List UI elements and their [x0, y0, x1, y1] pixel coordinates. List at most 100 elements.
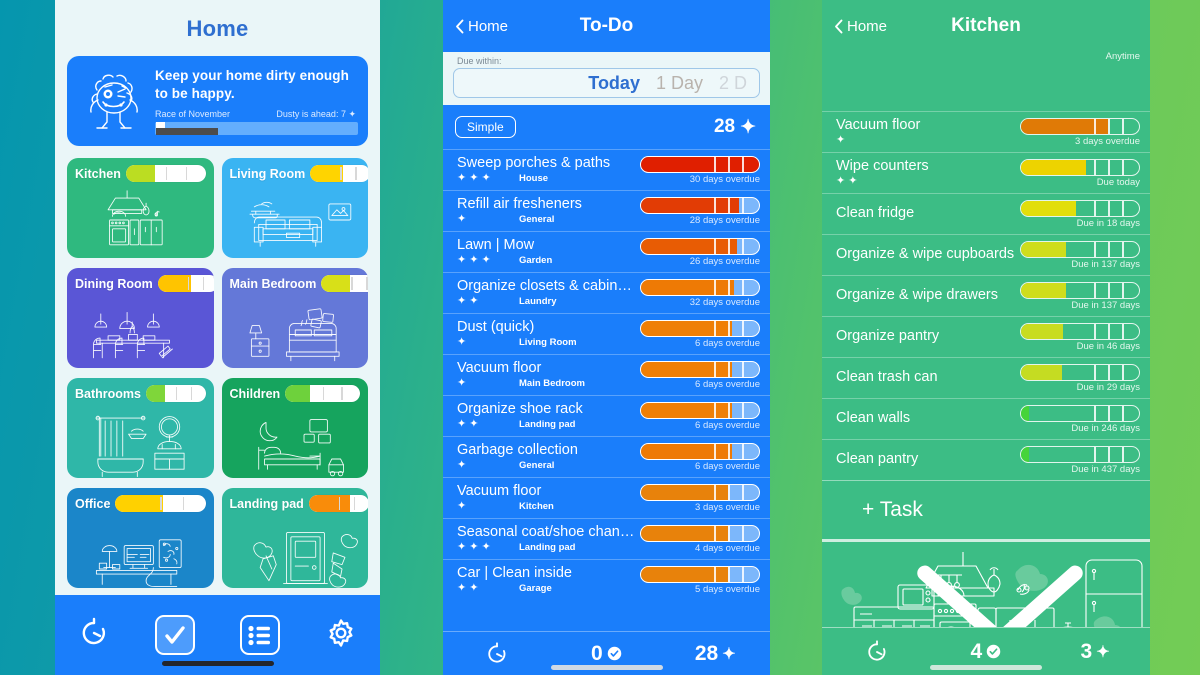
room-card-dining-room[interactable]: Dining Room	[67, 268, 214, 368]
room-card-header: Bathrooms	[75, 385, 206, 402]
room-card-bathrooms[interactable]: Bathrooms	[67, 378, 214, 478]
due-within-segmented-control[interactable]: Today 1 Day 2 D	[453, 68, 760, 98]
kitchen-task-status: Due in 137 days	[1020, 281, 1140, 311]
task-due-text: 28 days overdue	[689, 214, 760, 226]
filter-simple-button[interactable]: Simple	[455, 116, 516, 138]
kitchen-task-status: Due in 137 days	[1020, 240, 1140, 270]
room-dirtiness-gauge	[285, 385, 360, 402]
due-option-2-d[interactable]: 2 D	[719, 73, 747, 94]
room-card-children[interactable]: Children	[221, 378, 368, 478]
room-dirtiness-gauge	[115, 495, 206, 512]
dusty-race-card[interactable]: Keep your home dirty enough to be happy.…	[67, 56, 368, 146]
back-label-kitchen: Home	[847, 17, 888, 35]
phone-screen-todo: Home To-Do Due within: Today 1 Day 2 D Sim…	[443, 0, 770, 675]
home-indicator-todo	[550, 665, 663, 670]
kitchen-task-info: Vacuum floor ✦	[836, 117, 1020, 147]
task-row[interactable]: Organize shoe rack ✦ ✦ Landing pad 6 days ov…	[443, 395, 770, 436]
back-button-kitchen[interactable]: Home	[834, 18, 887, 35]
room-dirtiness-gauge	[308, 495, 368, 512]
task-row[interactable]: Seasonal coat/shoe chan… ✦ ✦ ✦ Landing pad 4 …	[443, 518, 770, 559]
kitchen-task-row[interactable]: Clean pantry Due in 437 days	[822, 439, 1150, 480]
task-row[interactable]: Organize closets & cabin… ✦ ✦ Laundry 32 day…	[443, 272, 770, 313]
kitchen-task-row[interactable]: Clean trash can Due in 29 days	[822, 357, 1150, 398]
phone-screen-home: Home Keep your home dirty enough to be h…	[55, 0, 380, 675]
room-card-header: Dining Room	[75, 275, 214, 292]
tab-todo[interactable]	[155, 615, 196, 655]
task-status: 32 days overdue	[640, 278, 760, 308]
due-option-1-day[interactable]: 1 Day	[656, 73, 703, 94]
task-status: 28 days overdue	[640, 196, 760, 226]
kitchen-task-row[interactable]: Wipe counters ✦ ✦ Due today	[822, 152, 1150, 193]
room-dirtiness-gauge	[125, 165, 206, 182]
task-due-text: 6 days overdue	[695, 378, 760, 390]
task-dust-level: ✦ ✦ ✦	[457, 255, 519, 266]
kitchen-task-row[interactable]: Clean fridge Due in 18 days	[822, 193, 1150, 234]
tab-timer[interactable]	[77, 616, 111, 655]
room-card-main-bedroom[interactable]: Main Bedroom	[221, 268, 368, 368]
dust-icon-tab: ✦	[722, 645, 736, 663]
task-info: Car | Clean inside ✦ ✦ Garage	[457, 566, 640, 595]
task-row[interactable]: Vacuum floor ✦ Kitchen 3 days overdue	[443, 477, 770, 518]
task-row[interactable]: Lawn | Mow ✦ ✦ ✦ Garden 26 days overdue	[443, 231, 770, 272]
kitchen-task-info: Wipe counters ✦ ✦	[836, 157, 1020, 188]
done-count-value-kitchen: 4	[970, 639, 983, 663]
tab-rooms[interactable]	[239, 615, 280, 655]
dust-icon: ✦	[469, 172, 479, 185]
task-meta: ✦ ✦ Laundry	[457, 295, 640, 308]
kitchen-task-row[interactable]: Organize & wipe drawers Due in 137 days	[822, 275, 1150, 316]
home-indicator-kitchen	[930, 665, 1042, 670]
race-progress-bar	[155, 121, 358, 135]
due-within-section: Due within: Today 1 Day 2 D	[443, 52, 770, 105]
room-name: Landing pad	[229, 496, 304, 511]
kitchen-task-row[interactable]: Organize & wipe cupboards Due in 137 days	[822, 234, 1150, 275]
room-dirtiness-gauge	[145, 385, 206, 402]
dust-icon: ✦	[469, 418, 479, 431]
task-status: 6 days overdue	[640, 442, 760, 472]
kitchen-task-name: Clean pantry	[836, 451, 919, 468]
task-row[interactable]: Refill air fresheners ✦ General 28 days ove…	[443, 190, 770, 231]
kitchen-task-due-text: Due in 437 days	[1071, 463, 1140, 475]
task-info: Garbage collection ✦ General	[457, 443, 640, 472]
dust-icon: ✦	[457, 336, 467, 349]
kitchen-task-row[interactable]: Vacuum floor ✦ 3 days overdue	[822, 111, 1150, 152]
task-zone: Living Room	[519, 337, 577, 349]
task-row[interactable]: Vacuum floor ✦ Main Bedroom 6 days overdue	[443, 354, 770, 395]
room-name: Kitchen	[75, 166, 121, 181]
phone-screen-kitchen: Home Kitchen ✦ Anytime Vacuum floor✦3 da…	[822, 0, 1150, 675]
task-due-text: 30 days overdue	[689, 173, 760, 185]
tab-timer-kitchen[interactable]	[822, 639, 931, 665]
dust-icon: ✦	[457, 582, 467, 595]
task-dust-level: ✦	[457, 214, 519, 225]
race-label: Race of November	[155, 109, 231, 120]
task-progress-bar	[640, 401, 760, 419]
room-name: Living Room	[229, 166, 306, 181]
dust-icon: ✦	[469, 295, 479, 308]
kitchen-task-status: Due in 246 days	[1020, 404, 1140, 434]
task-row[interactable]: Garbage collection ✦ General 6 days overdue	[443, 436, 770, 477]
tab-settings[interactable]	[324, 616, 358, 655]
task-info: Vacuum floor ✦ Main Bedroom	[457, 361, 640, 390]
task-dust-level: ✦	[457, 337, 519, 348]
task-name: Car | Clean inside	[457, 565, 572, 581]
add-task-button[interactable]: + Task	[822, 480, 1150, 542]
dust-icon: ✦	[848, 175, 858, 188]
page-title: Home	[186, 16, 249, 41]
tab-timer-todo[interactable]	[443, 641, 552, 667]
task-row[interactable]: Dust (quick) ✦ Living Room 6 days overdue	[443, 313, 770, 354]
room-card-landing-pad[interactable]: Landing pad	[221, 488, 368, 588]
kitchen-task-name: Wipe counters	[836, 157, 929, 174]
task-name: Garbage collection	[457, 442, 578, 458]
back-button-todo[interactable]: Home	[455, 18, 508, 35]
room-card-kitchen[interactable]: Kitchen	[67, 158, 214, 258]
task-row[interactable]: Sweep porches & paths ✦ ✦ ✦ House 30 days ove…	[443, 149, 770, 190]
kitchen-task-info: Organize & wipe drawers	[836, 287, 1020, 304]
room-card-office[interactable]: Office	[67, 488, 214, 588]
task-row[interactable]: Car | Clean inside ✦ ✦ Garage 5 days overdue	[443, 559, 770, 600]
kitchen-task-row[interactable]: Clean walls Due in 246 days	[822, 398, 1150, 439]
task-meta: ✦ Main Bedroom	[457, 378, 640, 390]
due-option-today[interactable]: Today	[588, 73, 640, 94]
task-progress-bar	[640, 319, 760, 337]
task-info: Sweep porches & paths ✦ ✦ ✦ House	[457, 156, 640, 185]
kitchen-task-row[interactable]: Organize pantry Due in 46 days	[822, 316, 1150, 357]
room-card-living-room[interactable]: Living Room	[221, 158, 368, 258]
